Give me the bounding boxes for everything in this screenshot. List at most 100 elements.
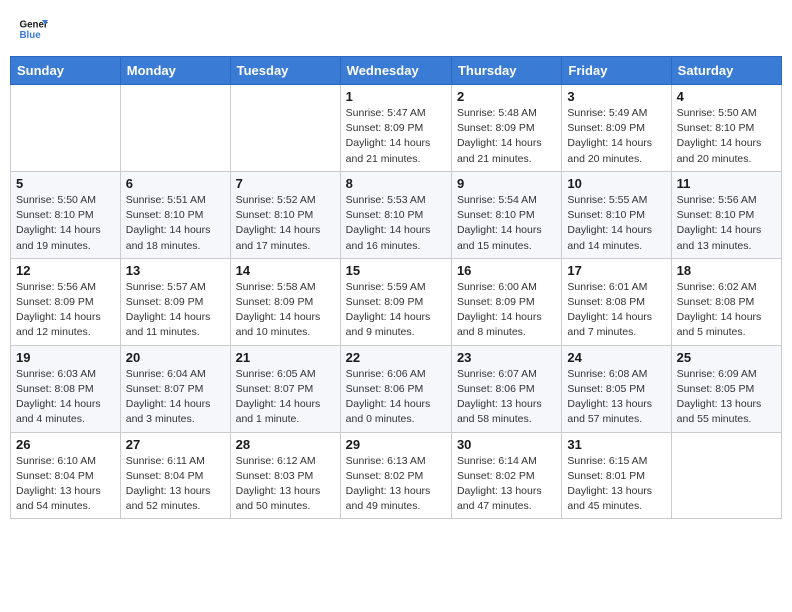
day-number: 22 [346, 350, 446, 365]
day-number: 25 [677, 350, 776, 365]
day-info: Sunrise: 5:56 AM Sunset: 8:10 PM Dayligh… [677, 193, 776, 254]
calendar-cell-w2d6: 18Sunrise: 6:02 AM Sunset: 8:08 PM Dayli… [671, 258, 781, 345]
calendar-cell-w0d6: 4 Sunrise: 5:50 AM Sunset: 8:10 PM Daylig… [671, 85, 781, 172]
calendar-cell-w2d3: 15 Sunrise: 5:59 AM Sunset: 8:09 PM Dayli… [340, 258, 451, 345]
day-info: Sunrise: 6:12 AM Sunset: 8:03 PM Dayligh… [236, 454, 335, 515]
calendar-cell-w3d4: 23 Sunrise: 6:07 AM Sunset: 8:06 PM Dayli… [451, 345, 561, 432]
weekday-header-wednesday: Wednesday [340, 57, 451, 85]
day-number: 26 [16, 437, 115, 452]
day-number: 23 [457, 350, 556, 365]
weekday-header-saturday: Saturday [671, 57, 781, 85]
day-number: 24 [567, 350, 665, 365]
day-number: 7 [236, 176, 335, 191]
day-number: 13 [126, 263, 225, 278]
weekday-header-thursday: Thursday [451, 57, 561, 85]
calendar-cell-w4d4: 30 Sunrise: 6:14 AM Sunset: 8:02 PM Dayli… [451, 432, 561, 519]
day-info: Sunrise: 5:47 AM Sunset: 8:09 PM Dayligh… [346, 106, 446, 167]
day-info: Sunrise: 5:59 AM Sunset: 8:09 PM Dayligh… [346, 280, 446, 341]
day-info: Sunrise: 6:01 AM Sunset: 8:08 PM Dayligh… [567, 280, 665, 341]
day-info: Sunrise: 5:49 AM Sunset: 8:09 PM Dayligh… [567, 106, 665, 167]
day-number: 19 [16, 350, 115, 365]
calendar-cell-w2d4: 16 Sunrise: 6:00 AM Sunset: 8:09 PM Dayli… [451, 258, 561, 345]
day-number: 11 [677, 176, 776, 191]
calendar-cell-w4d2: 28 Sunrise: 6:12 AM Sunset: 8:03 PM Dayli… [230, 432, 340, 519]
calendar-cell-w3d1: 20 Sunrise: 6:04 AM Sunset: 8:07 PM Dayli… [120, 345, 230, 432]
day-number: 30 [457, 437, 556, 452]
calendar-cell-w0d2 [230, 85, 340, 172]
svg-text:Blue: Blue [20, 30, 42, 41]
weekday-header-tuesday: Tuesday [230, 57, 340, 85]
logo-icon: General Blue [18, 14, 48, 44]
calendar-cell-w1d5: 10 Sunrise: 5:55 AM Sunset: 8:10 PM Dayli… [562, 171, 671, 258]
calendar-cell-w4d1: 27 Sunrise: 6:11 AM Sunset: 8:04 PM Dayli… [120, 432, 230, 519]
calendar-cell-w2d5: 17 Sunrise: 6:01 AM Sunset: 8:08 PM Dayli… [562, 258, 671, 345]
day-number: 9 [457, 176, 556, 191]
calendar-cell-w3d2: 21Sunrise: 6:05 AM Sunset: 8:07 PM Dayli… [230, 345, 340, 432]
day-number: 5 [16, 176, 115, 191]
calendar-cell-w3d5: 24Sunrise: 6:08 AM Sunset: 8:05 PM Dayli… [562, 345, 671, 432]
calendar-cell-w1d0: 5 Sunrise: 5:50 AM Sunset: 8:10 PM Daylig… [11, 171, 121, 258]
day-number: 8 [346, 176, 446, 191]
day-number: 14 [236, 263, 335, 278]
day-number: 29 [346, 437, 446, 452]
day-number: 4 [677, 89, 776, 104]
day-info: Sunrise: 6:00 AM Sunset: 8:09 PM Dayligh… [457, 280, 556, 341]
day-info: Sunrise: 6:09 AM Sunset: 8:05 PM Dayligh… [677, 367, 776, 428]
day-info: Sunrise: 6:13 AM Sunset: 8:02 PM Dayligh… [346, 454, 446, 515]
calendar-cell-w4d5: 31 Sunrise: 6:15 AM Sunset: 8:01 PM Dayli… [562, 432, 671, 519]
day-info: Sunrise: 5:55 AM Sunset: 8:10 PM Dayligh… [567, 193, 665, 254]
day-info: Sunrise: 5:56 AM Sunset: 8:09 PM Dayligh… [16, 280, 115, 341]
calendar-cell-w3d0: 19 Sunrise: 6:03 AM Sunset: 8:08 PM Dayli… [11, 345, 121, 432]
day-info: Sunrise: 5:57 AM Sunset: 8:09 PM Dayligh… [126, 280, 225, 341]
day-number: 20 [126, 350, 225, 365]
day-number: 27 [126, 437, 225, 452]
day-number: 16 [457, 263, 556, 278]
calendar-cell-w4d3: 29 Sunrise: 6:13 AM Sunset: 8:02 PM Dayli… [340, 432, 451, 519]
calendar-cell-w0d1 [120, 85, 230, 172]
calendar-cell-w1d1: 6 Sunrise: 5:51 AM Sunset: 8:10 PM Daylig… [120, 171, 230, 258]
calendar-table: SundayMondayTuesdayWednesdayThursdayFrid… [10, 56, 782, 519]
day-info: Sunrise: 5:50 AM Sunset: 8:10 PM Dayligh… [16, 193, 115, 254]
day-info: Sunrise: 5:52 AM Sunset: 8:10 PM Dayligh… [236, 193, 335, 254]
calendar-cell-w2d2: 14 Sunrise: 5:58 AM Sunset: 8:09 PM Dayli… [230, 258, 340, 345]
day-info: Sunrise: 5:53 AM Sunset: 8:10 PM Dayligh… [346, 193, 446, 254]
day-info: Sunrise: 6:10 AM Sunset: 8:04 PM Dayligh… [16, 454, 115, 515]
day-number: 18 [677, 263, 776, 278]
calendar-cell-w0d5: 3Sunrise: 5:49 AM Sunset: 8:09 PM Daylig… [562, 85, 671, 172]
day-info: Sunrise: 6:07 AM Sunset: 8:06 PM Dayligh… [457, 367, 556, 428]
day-info: Sunrise: 6:06 AM Sunset: 8:06 PM Dayligh… [346, 367, 446, 428]
day-info: Sunrise: 6:14 AM Sunset: 8:02 PM Dayligh… [457, 454, 556, 515]
day-number: 10 [567, 176, 665, 191]
weekday-header-sunday: Sunday [11, 57, 121, 85]
calendar-cell-w3d3: 22 Sunrise: 6:06 AM Sunset: 8:06 PM Dayli… [340, 345, 451, 432]
calendar-cell-w4d0: 26 Sunrise: 6:10 AM Sunset: 8:04 PM Dayli… [11, 432, 121, 519]
day-number: 2 [457, 89, 556, 104]
day-number: 28 [236, 437, 335, 452]
day-number: 1 [346, 89, 446, 104]
day-info: Sunrise: 6:15 AM Sunset: 8:01 PM Dayligh… [567, 454, 665, 515]
calendar-cell-w0d4: 2Sunrise: 5:48 AM Sunset: 8:09 PM Daylig… [451, 85, 561, 172]
calendar-cell-w1d4: 9 Sunrise: 5:54 AM Sunset: 8:10 PM Daylig… [451, 171, 561, 258]
calendar-cell-w3d6: 25 Sunrise: 6:09 AM Sunset: 8:05 PM Dayli… [671, 345, 781, 432]
calendar-cell-w2d1: 13 Sunrise: 5:57 AM Sunset: 8:09 PM Dayli… [120, 258, 230, 345]
logo: General Blue [18, 14, 48, 44]
day-info: Sunrise: 6:03 AM Sunset: 8:08 PM Dayligh… [16, 367, 115, 428]
day-number: 15 [346, 263, 446, 278]
weekday-header-friday: Friday [562, 57, 671, 85]
day-info: Sunrise: 6:11 AM Sunset: 8:04 PM Dayligh… [126, 454, 225, 515]
day-info: Sunrise: 5:50 AM Sunset: 8:10 PM Dayligh… [677, 106, 776, 167]
calendar-cell-w1d3: 8 Sunrise: 5:53 AM Sunset: 8:10 PM Daylig… [340, 171, 451, 258]
day-number: 21 [236, 350, 335, 365]
day-info: Sunrise: 5:58 AM Sunset: 8:09 PM Dayligh… [236, 280, 335, 341]
day-info: Sunrise: 6:04 AM Sunset: 8:07 PM Dayligh… [126, 367, 225, 428]
calendar-cell-w0d3: 1 Sunrise: 5:47 AM Sunset: 8:09 PM Daylig… [340, 85, 451, 172]
day-number: 17 [567, 263, 665, 278]
calendar-cell-w4d6 [671, 432, 781, 519]
weekday-header-monday: Monday [120, 57, 230, 85]
calendar-cell-w1d6: 11 Sunrise: 5:56 AM Sunset: 8:10 PM Dayli… [671, 171, 781, 258]
day-number: 31 [567, 437, 665, 452]
day-info: Sunrise: 5:54 AM Sunset: 8:10 PM Dayligh… [457, 193, 556, 254]
day-number: 12 [16, 263, 115, 278]
day-info: Sunrise: 5:51 AM Sunset: 8:10 PM Dayligh… [126, 193, 225, 254]
day-number: 6 [126, 176, 225, 191]
